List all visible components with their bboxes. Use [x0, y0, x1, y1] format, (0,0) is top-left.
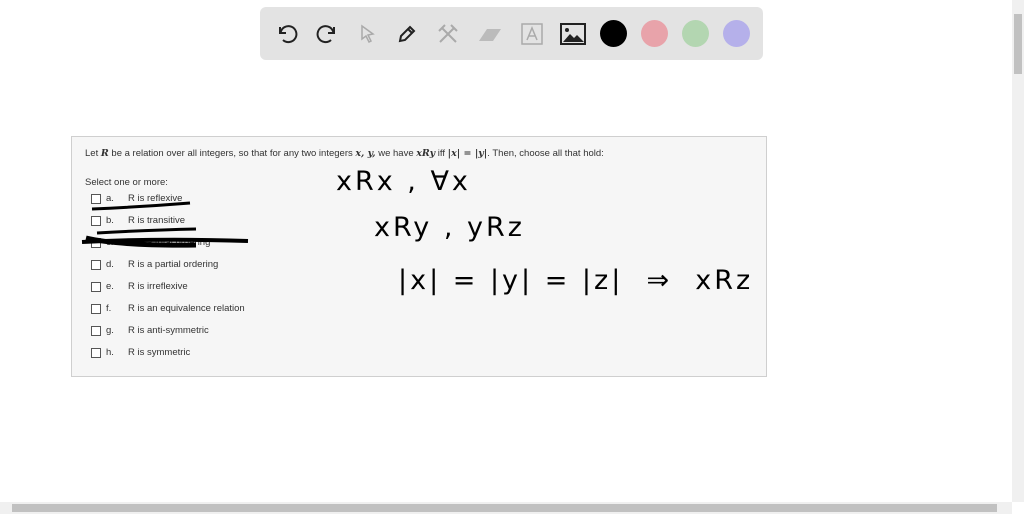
- ink-strokes: [81, 201, 249, 248]
- vertical-scrollbar[interactable]: [1012, 0, 1024, 502]
- handwritten-line-3: |x| = |y| = |z| ⇒ xRz: [398, 265, 754, 296]
- vertical-scroll-thumb[interactable]: [1014, 14, 1022, 74]
- handwritten-line-2: xRy , yRz: [374, 212, 525, 243]
- horizontal-scroll-thumb[interactable]: [12, 504, 997, 512]
- horizontal-scrollbar[interactable]: [0, 502, 1012, 514]
- handwritten-line-1: xRx , ∀x: [336, 166, 471, 197]
